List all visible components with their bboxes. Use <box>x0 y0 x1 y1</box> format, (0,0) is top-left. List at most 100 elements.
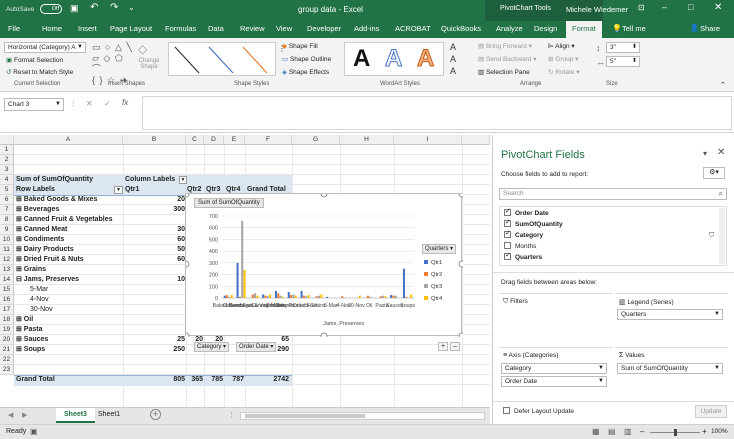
pivot-row-label[interactable]: ⊞ Beverages <box>16 205 120 215</box>
maximize-icon[interactable]: □ <box>688 2 693 12</box>
grand-total-label[interactable]: Grand Total <box>16 375 116 385</box>
tab-addins[interactable]: Add-ins <box>354 24 379 33</box>
row-header[interactable]: 19 <box>0 325 14 335</box>
user-name[interactable]: Michele Wiedemer <box>566 5 628 14</box>
pivot-row-label[interactable]: ⊟ Jams, Preserves <box>16 275 120 285</box>
formula-input[interactable] <box>142 96 732 130</box>
tab-design[interactable]: Design <box>534 24 557 33</box>
collapse-field-icon[interactable]: – <box>450 342 460 351</box>
share-button[interactable]: Share <box>700 24 720 33</box>
shape-effects-button[interactable]: ◈ Shape Effects <box>282 68 329 76</box>
column-header[interactable]: B <box>123 135 186 145</box>
pivot-row-label[interactable]: ⊞ Dried Fruit & Nuts <box>16 255 120 265</box>
select-all-corner[interactable] <box>0 135 14 145</box>
collapse-ribbon-icon[interactable]: ⌃ <box>720 81 726 89</box>
pivot-value-cell[interactable]: 25 <box>123 335 185 345</box>
grand-total-qtr3[interactable]: 785 <box>204 375 223 385</box>
checkbox[interactable] <box>504 251 511 260</box>
axis-field-order-date[interactable]: Order Date ▼ <box>501 376 607 387</box>
selection-pane-button[interactable]: ▥ Selection Pane <box>478 68 530 76</box>
pivot-value-cell[interactable]: 300 <box>123 205 185 215</box>
pivot-row-label[interactable]: ⊞ Canned Meat <box>16 225 120 235</box>
change-shape-button[interactable]: Change Shape <box>136 58 162 70</box>
tab-analyze[interactable]: Analyze <box>496 24 523 33</box>
pivot-value-cell[interactable]: 250 <box>123 345 185 355</box>
reset-style-button[interactable]: ↺ Reset to Match Style <box>6 68 73 76</box>
pivot-column-labels[interactable]: Column Labels <box>125 175 185 185</box>
pivot-row-label[interactable]: ⊞ Oil <box>16 315 120 325</box>
row-header[interactable]: 7 <box>0 205 14 215</box>
send-backward-button[interactable]: ▤ Send Backward ▾ <box>478 55 537 63</box>
pivot-chart[interactable]: Sum of SumOfQuantity 700 600 500 400 300 200 1… <box>185 193 463 352</box>
zoom-level[interactable]: 100% <box>711 428 728 435</box>
row-header[interactable]: 2 <box>0 155 14 165</box>
close-icon[interactable]: ✕ <box>714 2 722 13</box>
checkbox[interactable] <box>504 218 511 227</box>
field-checkbox-item[interactable]: SumOfQuantity <box>504 218 563 228</box>
shape-fill-button[interactable]: ◆ Shape Fill <box>282 42 318 50</box>
column-header[interactable]: A <box>14 135 123 145</box>
column-header[interactable]: H <box>340 135 394 145</box>
prev-sheet-icon[interactable]: ◀ <box>8 411 13 419</box>
tools-gear-icon[interactable]: ⚙▾ <box>703 167 725 179</box>
bring-forward-button[interactable]: ▤ Bring Forward ▾ <box>478 42 532 50</box>
row-header[interactable]: 6 <box>0 195 14 205</box>
tab-home[interactable]: Home <box>42 24 62 33</box>
row-header[interactable]: 5 <box>0 185 14 195</box>
filters-area[interactable]: ⛉ Filters <box>499 293 612 348</box>
pivot-row-label[interactable]: 30-Nov <box>30 305 134 315</box>
pivot-col-qtr1[interactable]: Qtr1 <box>125 185 185 195</box>
format-selection-button[interactable]: ▣ Format Selection <box>6 56 63 64</box>
axis-field-category[interactable]: Category ▼ <box>501 363 607 374</box>
page-layout-view-icon[interactable]: ▤ <box>608 427 616 436</box>
tab-formulas[interactable]: Formulas <box>165 24 196 33</box>
pivot-row-label[interactable]: ⊞ Canned Fruit & Vegetables <box>16 215 120 225</box>
row-header[interactable]: 9 <box>0 225 14 235</box>
tab-data[interactable]: Data <box>208 24 224 33</box>
text-effects-icon[interactable]: A <box>450 66 456 76</box>
column-header[interactable]: F <box>245 135 292 145</box>
normal-view-icon[interactable]: ▦ <box>592 427 600 436</box>
tab-file[interactable]: File <box>8 24 20 33</box>
tab-quickbooks[interactable]: QuickBooks <box>441 24 481 33</box>
pane-options-icon[interactable]: ▾ <box>703 149 707 158</box>
column-header[interactable]: C <box>186 135 204 145</box>
page-break-view-icon[interactable]: ▥ <box>624 427 632 436</box>
pivot-value-cell[interactable] <box>123 315 185 325</box>
checkbox[interactable] <box>504 207 511 216</box>
chart-element-dropdown[interactable]: Horizontal (Category) A ▼ <box>4 42 86 53</box>
pivot-row-label[interactable]: ⊞ Condiments <box>16 235 120 245</box>
zoom-out-icon[interactable]: – <box>640 427 644 436</box>
field-checkbox-item[interactable]: Quarters <box>504 251 542 261</box>
pivot-row-label[interactable]: ⊞ Dairy Products <box>16 245 120 255</box>
values-area[interactable]: Σ Values Sum of SumOfQuantity ▼ <box>615 347 728 402</box>
row-header[interactable]: 13 <box>0 265 14 275</box>
row-header[interactable]: 11 <box>0 245 14 255</box>
height-input[interactable]: 3" ⬍ <box>606 42 640 53</box>
field-search-input[interactable]: Search ⌕ <box>499 188 727 200</box>
pivot-row-labels[interactable]: Row Labels <box>16 185 114 195</box>
legend-series-area[interactable]: ▥ Legend (Series) Quarters ▼ <box>615 293 728 348</box>
minimize-icon[interactable]: – <box>662 2 667 12</box>
add-sheet-icon[interactable]: + <box>150 409 161 420</box>
sheet-tab-sheet1[interactable]: Sheet1 <box>98 411 120 418</box>
row-header[interactable]: 17 <box>0 305 14 315</box>
axis-field-button-order-date[interactable]: Order Date ▾ <box>236 342 277 352</box>
axis-field-button-category[interactable]: Category ▾ <box>194 342 230 352</box>
column-header[interactable]: I <box>394 135 462 145</box>
grand-total-qtr2[interactable]: 365 <box>186 375 203 385</box>
tab-insert[interactable]: Insert <box>78 24 97 33</box>
tab-acrobat[interactable]: ACROBAT <box>395 24 431 33</box>
shape-outline-button[interactable]: ▭ Shape Outline <box>282 55 331 63</box>
pivot-value-cell[interactable]: 30 <box>123 225 185 235</box>
field-checkbox-item[interactable]: Order Date <box>504 207 549 217</box>
grand-total-total[interactable]: 2742 <box>245 375 289 385</box>
pivot-row-label[interactable]: ⊞ Pasta <box>16 325 120 335</box>
grand-total-qtr1[interactable]: 805 <box>123 375 185 385</box>
group-button[interactable]: ⊞ Group ▾ <box>548 55 578 63</box>
field-checkbox-item[interactable]: Months <box>504 242 536 250</box>
checkbox[interactable] <box>504 229 511 238</box>
enter-formula-icon[interactable]: ✓ <box>104 99 111 108</box>
insert-function-icon[interactable]: fx <box>122 98 128 107</box>
row-header[interactable]: 20 <box>0 335 14 345</box>
